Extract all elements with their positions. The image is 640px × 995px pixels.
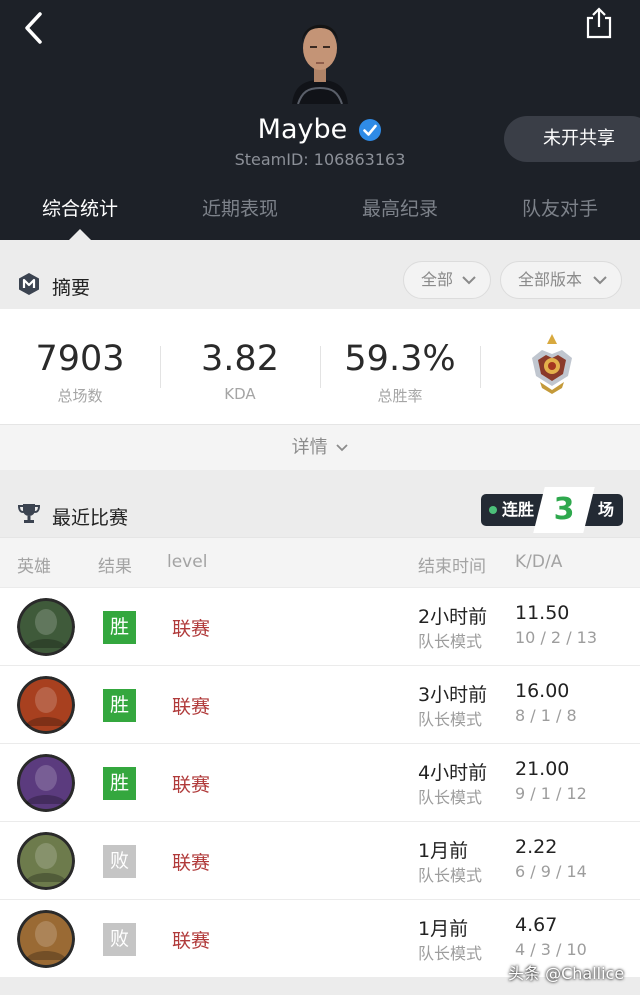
match-kda-ratio: 11.50 xyxy=(515,602,570,624)
details-label: 详情 xyxy=(291,437,328,458)
player-name: Maybe xyxy=(257,114,348,145)
match-result-badge: 败 xyxy=(103,845,136,878)
stat-value: 7903 xyxy=(35,339,125,379)
matches-table-header: 英雄 结果 level 结束时间 K/D/A xyxy=(0,537,640,587)
tab-teammates-opponents[interactable]: 队友对手 xyxy=(480,194,640,221)
match-end-time: 2小时前 xyxy=(418,606,488,628)
streak-unit: 场 xyxy=(598,500,615,519)
match-kda-detail: 9 / 1 / 12 xyxy=(515,784,587,803)
details-toggle[interactable]: 详情 xyxy=(0,424,640,470)
tab-overall-stats[interactable]: 综合统计 xyxy=(0,194,160,221)
match-result-badge: 胜 xyxy=(103,611,136,644)
divider xyxy=(480,346,481,388)
match-end-time: 1月前 xyxy=(418,840,469,862)
match-level: 联赛 xyxy=(172,930,211,952)
col-level: level xyxy=(167,552,208,572)
col-hero: 英雄 xyxy=(17,557,51,577)
streak-dot xyxy=(489,506,497,514)
chevron-down-icon xyxy=(593,276,607,285)
share-icon[interactable] xyxy=(584,6,614,40)
summary-logo-icon xyxy=(19,273,39,295)
stat-value: 59.3% xyxy=(344,339,456,379)
col-result: 结果 xyxy=(98,557,132,577)
stat-kda: 3.82 KDA xyxy=(160,339,320,403)
chevron-down-icon xyxy=(462,276,476,285)
match-kda-detail: 6 / 9 / 14 xyxy=(515,862,587,881)
mode-filter-value: 全部 xyxy=(421,270,454,289)
col-end-time: 结束时间 xyxy=(418,557,486,577)
tab-records[interactable]: 最高纪录 xyxy=(320,194,480,221)
verified-icon xyxy=(359,118,382,141)
match-row[interactable]: 胜 联赛 4小时前队长模式 21.00 9 / 1 / 12 xyxy=(0,743,640,821)
hero-portrait xyxy=(17,676,75,734)
match-mode: 队长模式 xyxy=(418,788,483,807)
hero-portrait xyxy=(17,832,75,890)
match-mode: 队长模式 xyxy=(418,710,483,729)
match-end-time: 1月前 xyxy=(418,918,469,940)
summary-header: 摘要 全部 全部版本 xyxy=(0,240,640,309)
match-end-time: 3小时前 xyxy=(418,684,488,706)
stat-label: 总胜率 xyxy=(377,387,423,405)
trophy-icon xyxy=(17,504,41,523)
player-avatar[interactable] xyxy=(288,8,352,104)
watermark: 头条 @Challice xyxy=(508,964,625,983)
match-kda-ratio: 4.67 xyxy=(515,914,558,936)
match-row[interactable]: 胜 联赛 2小时前队长模式 11.50 10 / 2 / 13 xyxy=(0,587,640,665)
divider xyxy=(160,346,161,388)
mode-filter-dropdown[interactable]: 全部 xyxy=(403,261,491,299)
match-kda-detail: 10 / 2 / 13 xyxy=(515,628,598,647)
streak-label: 连胜 xyxy=(502,500,535,519)
share-status-button[interactable]: 未开共享 xyxy=(504,116,640,162)
match-kda-detail: 8 / 1 / 8 xyxy=(515,706,577,725)
match-row[interactable]: 胜 联赛 3小时前队长模式 16.00 8 / 1 / 8 xyxy=(0,665,640,743)
match-kda-ratio: 21.00 xyxy=(515,758,570,780)
match-row[interactable]: 败 联赛 1月前队长模式 2.22 6 / 9 / 14 xyxy=(0,821,640,899)
hero-portrait xyxy=(17,754,75,812)
match-mode: 队长模式 xyxy=(418,944,483,963)
match-result-badge: 败 xyxy=(103,923,136,956)
summary-title: 摘要 xyxy=(52,277,91,299)
match-result-badge: 胜 xyxy=(103,767,136,800)
match-result-badge: 胜 xyxy=(103,689,136,722)
stat-win-rate: 59.3% 总胜率 xyxy=(320,339,480,406)
match-mode: 队长模式 xyxy=(418,866,483,885)
match-mode: 队长模式 xyxy=(418,632,483,651)
tab-bar: 综合统计 近期表现 最高纪录 队友对手 xyxy=(0,194,640,228)
rank-medal-icon[interactable] xyxy=(528,332,576,396)
profile-header: Maybe SteamID: 106863163 未开共享 综合统计 近期表现 … xyxy=(0,0,640,240)
stat-label: KDA xyxy=(224,385,256,403)
match-level: 联赛 xyxy=(172,618,211,640)
version-filter-value: 全部版本 xyxy=(518,270,583,289)
col-kda: K/D/A xyxy=(515,552,563,572)
back-icon[interactable] xyxy=(20,10,52,46)
active-tab-indicator xyxy=(69,229,91,240)
match-level: 联赛 xyxy=(172,696,211,718)
recent-matches-title: 最近比赛 xyxy=(52,507,129,529)
match-level: 联赛 xyxy=(172,774,211,796)
tab-recent-performance[interactable]: 近期表现 xyxy=(160,194,320,221)
stat-total-matches: 7903 总场数 xyxy=(0,339,160,406)
streak-count: 3 xyxy=(553,492,575,527)
hero-portrait xyxy=(17,910,75,968)
match-level: 联赛 xyxy=(172,852,211,874)
stat-label: 总场数 xyxy=(57,387,103,405)
win-streak-badge: 连胜 3 场 xyxy=(481,487,623,533)
hero-portrait xyxy=(17,598,75,656)
version-filter-dropdown[interactable]: 全部版本 xyxy=(500,261,622,299)
match-kda-detail: 4 / 3 / 10 xyxy=(515,940,587,959)
stat-value: 3.82 xyxy=(201,339,279,379)
match-kda-ratio: 16.00 xyxy=(515,680,570,702)
chevron-down-icon xyxy=(336,444,348,452)
match-kda-ratio: 2.22 xyxy=(515,836,558,858)
streak-count-box: 3 xyxy=(533,487,595,533)
divider xyxy=(320,346,321,388)
match-end-time: 4小时前 xyxy=(418,762,488,784)
